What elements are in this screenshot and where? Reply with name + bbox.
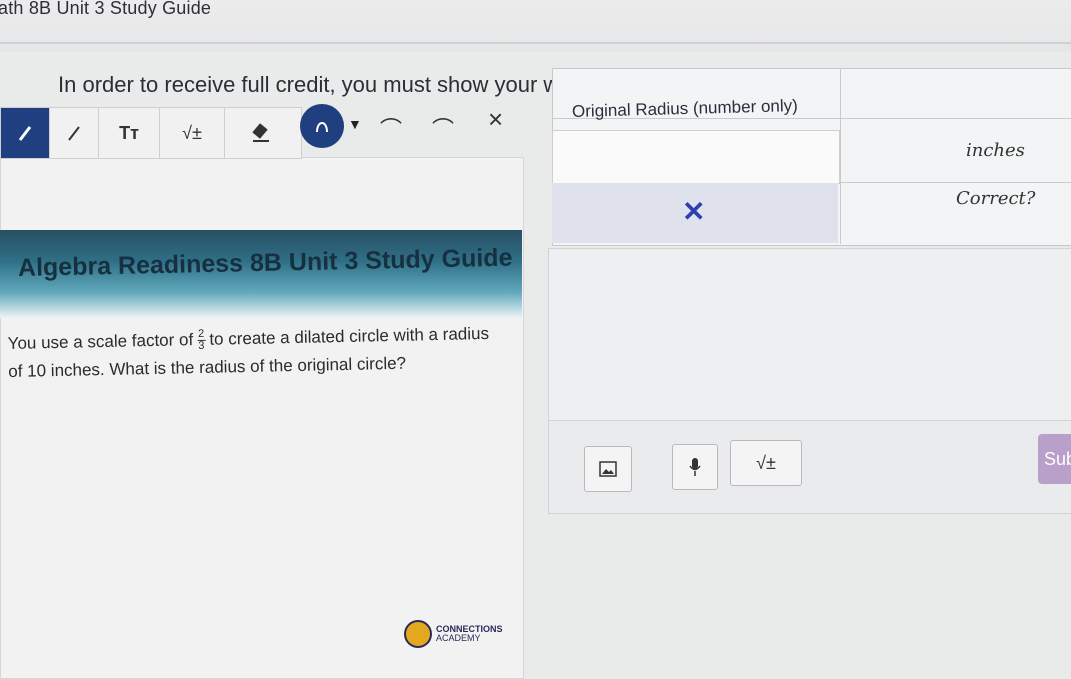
explanation-textarea[interactable] bbox=[548, 248, 1071, 422]
page-title: ath 8B Unit 3 Study Guide bbox=[0, 0, 212, 18]
question-part1: You use a scale factor of bbox=[7, 330, 194, 354]
record-audio-button[interactable] bbox=[672, 444, 718, 490]
scale-fraction: 23 bbox=[196, 328, 206, 353]
math-tool-label: √± bbox=[182, 122, 202, 143]
pen-color-button[interactable] bbox=[300, 104, 344, 148]
microphone-icon bbox=[689, 458, 701, 476]
math-tool-button[interactable]: √± bbox=[160, 108, 225, 158]
logo-icon bbox=[404, 620, 432, 648]
line-icon bbox=[68, 126, 80, 141]
logo-text: CONNECTIONS ACADEMY bbox=[436, 625, 503, 643]
logo-line2: ACADEMY bbox=[436, 633, 481, 643]
submit-label: Sub bbox=[1044, 448, 1071, 469]
curve-icon bbox=[316, 122, 328, 133]
text-tool-button[interactable]: Tт bbox=[99, 108, 160, 158]
eraser-tool-button[interactable] bbox=[225, 108, 295, 158]
text-tool-label: Tт bbox=[119, 122, 139, 143]
unit-label: inches bbox=[966, 140, 1025, 161]
redo-icon[interactable]: ⌒ bbox=[432, 112, 454, 144]
fraction-denominator: 3 bbox=[198, 339, 205, 353]
drawing-toolbar: Tт √± bbox=[0, 107, 302, 159]
table-divider bbox=[840, 68, 841, 244]
radius-answer-input[interactable] bbox=[552, 130, 840, 184]
math-editor-label: √± bbox=[756, 452, 776, 473]
insert-image-button[interactable] bbox=[584, 446, 632, 492]
submit-button[interactable]: Sub bbox=[1038, 434, 1071, 484]
pen-icon bbox=[18, 126, 32, 141]
undo-icon[interactable]: ⌒ bbox=[380, 112, 402, 144]
question-text: You use a scale factor of 2 3 to create a d… bbox=[7, 320, 508, 386]
correct-label: Correct? bbox=[956, 188, 1036, 209]
connections-academy-logo: CONNECTIONS ACADEMY bbox=[404, 620, 503, 648]
incorrect-x-icon: ✕ bbox=[682, 196, 706, 227]
eraser-icon bbox=[252, 123, 269, 142]
line-tool-button[interactable] bbox=[50, 108, 99, 158]
header-divider bbox=[0, 42, 1071, 44]
image-icon bbox=[599, 461, 617, 477]
math-editor-button[interactable]: √± bbox=[730, 440, 802, 486]
pen-tool-button[interactable] bbox=[1, 108, 50, 158]
caret-down-icon[interactable]: ▼ bbox=[348, 116, 362, 132]
close-icon[interactable]: × bbox=[488, 104, 503, 135]
